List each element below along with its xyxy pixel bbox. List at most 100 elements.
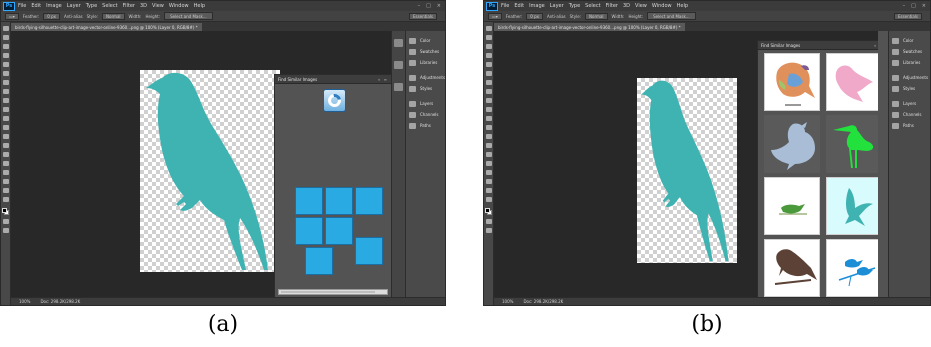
hand-tool-icon[interactable] bbox=[2, 188, 9, 193]
shape-tool-icon[interactable] bbox=[2, 179, 9, 184]
dock-swatches[interactable]: Swatches bbox=[892, 46, 928, 57]
menu-file[interactable]: File bbox=[18, 3, 26, 9]
type-tool-icon[interactable] bbox=[485, 161, 492, 166]
screen-mode-icon[interactable] bbox=[2, 228, 9, 233]
panel-menu-icon[interactable]: « ≡ bbox=[378, 77, 388, 82]
dodge-tool-icon[interactable] bbox=[2, 143, 9, 148]
result-thumbnail[interactable] bbox=[826, 239, 878, 297]
dock-swatches[interactable]: Swatches bbox=[409, 46, 443, 57]
screen-mode-icon[interactable] bbox=[485, 228, 492, 233]
shape-tool-icon[interactable] bbox=[485, 179, 492, 184]
quick-mask-icon[interactable] bbox=[2, 219, 9, 224]
panel-menu-icon[interactable]: « ≡ bbox=[874, 43, 878, 48]
eyedropper-tool-icon[interactable] bbox=[485, 71, 492, 76]
menu-type[interactable]: Type bbox=[569, 3, 580, 9]
dock-adjustments[interactable]: Adjustments bbox=[892, 72, 928, 83]
healing-tool-icon[interactable] bbox=[485, 80, 492, 85]
result-thumbnail[interactable] bbox=[826, 53, 878, 111]
menu-view[interactable]: View bbox=[152, 3, 164, 9]
result-thumbnail[interactable] bbox=[826, 177, 878, 235]
menu-file[interactable]: File bbox=[501, 3, 509, 9]
menu-layer[interactable]: Layer bbox=[550, 3, 564, 9]
info-icon[interactable] bbox=[394, 83, 403, 91]
history-brush-icon[interactable] bbox=[485, 107, 492, 112]
pen-tool-icon[interactable] bbox=[2, 152, 9, 157]
zoom-level[interactable]: 100% bbox=[502, 299, 513, 304]
close-icon[interactable]: × bbox=[437, 3, 441, 9]
maximize-icon[interactable]: □ bbox=[426, 3, 431, 9]
history-brush-icon[interactable] bbox=[2, 107, 9, 112]
document-canvas[interactable] bbox=[637, 78, 737, 263]
crop-tool-icon[interactable] bbox=[2, 62, 9, 67]
scrollbar-thumb[interactable] bbox=[281, 291, 375, 293]
eraser-tool-icon[interactable] bbox=[2, 116, 9, 121]
dock-styles[interactable]: Styles bbox=[892, 83, 928, 94]
pen-tool-icon[interactable] bbox=[485, 152, 492, 157]
marquee-tool-icon[interactable]: ▭▾ bbox=[5, 12, 19, 20]
quick-select-tool-icon[interactable] bbox=[485, 53, 492, 58]
properties-icon[interactable] bbox=[394, 61, 403, 69]
dock-styles[interactable]: Styles bbox=[409, 83, 443, 94]
eyedropper-tool-icon[interactable] bbox=[2, 71, 9, 76]
quick-mask-icon[interactable] bbox=[485, 219, 492, 224]
brush-tool-icon[interactable] bbox=[2, 89, 9, 94]
result-thumbnail[interactable] bbox=[764, 115, 820, 173]
zoom-level[interactable]: 100% bbox=[19, 299, 30, 304]
menu-filter[interactable]: Filter bbox=[123, 3, 135, 9]
path-select-tool-icon[interactable] bbox=[2, 170, 9, 175]
blur-tool-icon[interactable] bbox=[2, 134, 9, 139]
dock-paths[interactable]: Paths bbox=[409, 120, 443, 131]
marquee-tool-icon[interactable]: ▭▾ bbox=[488, 12, 502, 20]
move-tool-icon[interactable] bbox=[2, 26, 9, 31]
style-select[interactable]: Normal bbox=[585, 12, 608, 20]
horizontal-scrollbar[interactable] bbox=[278, 289, 388, 295]
stamp-tool-icon[interactable] bbox=[2, 98, 9, 103]
result-thumbnail[interactable] bbox=[764, 177, 820, 235]
result-thumbnail[interactable] bbox=[764, 53, 820, 111]
antialias-label[interactable]: Anti-alias bbox=[64, 14, 83, 19]
minimize-icon[interactable]: – bbox=[903, 3, 906, 9]
dock-adjustments[interactable]: Adjustments bbox=[409, 72, 445, 83]
document-canvas[interactable] bbox=[140, 70, 280, 272]
crop-tool-icon[interactable] bbox=[485, 62, 492, 67]
eraser-tool-icon[interactable] bbox=[485, 116, 492, 121]
lasso-tool-icon[interactable] bbox=[2, 44, 9, 49]
gradient-tool-icon[interactable] bbox=[485, 125, 492, 130]
marquee-tool-icon[interactable] bbox=[2, 35, 9, 40]
marquee-tool-icon[interactable] bbox=[485, 35, 492, 40]
menu-select[interactable]: Select bbox=[102, 3, 117, 9]
style-select[interactable]: Normal bbox=[102, 12, 125, 20]
history-icon[interactable] bbox=[394, 39, 403, 47]
menu-view[interactable]: View bbox=[635, 3, 647, 9]
blur-tool-icon[interactable] bbox=[485, 134, 492, 139]
menu-filter[interactable]: Filter bbox=[606, 3, 618, 9]
menu-3d[interactable]: 3D bbox=[623, 3, 630, 9]
select-and-mask-button[interactable]: Select and Mask... bbox=[164, 12, 213, 20]
menu-3d[interactable]: 3D bbox=[140, 3, 147, 9]
menu-image[interactable]: Image bbox=[529, 3, 545, 9]
result-thumbnail[interactable] bbox=[826, 115, 878, 173]
menu-edit[interactable]: Edit bbox=[514, 3, 524, 9]
menu-help[interactable]: Help bbox=[677, 3, 688, 9]
feather-input[interactable]: 0 px bbox=[526, 12, 544, 20]
dock-libraries[interactable]: Libraries bbox=[409, 57, 443, 68]
color-swatches-icon[interactable] bbox=[485, 208, 492, 215]
dock-channels[interactable]: Channels bbox=[892, 109, 928, 120]
minimize-icon[interactable]: – bbox=[418, 3, 421, 9]
antialias-label[interactable]: Anti-alias bbox=[547, 14, 566, 19]
select-and-mask-button[interactable]: Select and Mask... bbox=[647, 12, 696, 20]
menu-help[interactable]: Help bbox=[194, 3, 205, 9]
feather-input[interactable]: 0 px bbox=[43, 12, 61, 20]
dock-paths[interactable]: Paths bbox=[892, 120, 928, 131]
dock-channels[interactable]: Channels bbox=[409, 109, 443, 120]
document-tab[interactable]: birds-flying-silhouette-clip-art-image-v… bbox=[494, 23, 685, 31]
gradient-tool-icon[interactable] bbox=[2, 125, 9, 130]
workspace-select[interactable]: Essentials bbox=[893, 12, 922, 20]
document-tab[interactable]: birds-flying-silhouette-clip-art-image-v… bbox=[11, 23, 202, 31]
menu-type[interactable]: Type bbox=[86, 3, 97, 9]
zoom-tool-icon[interactable] bbox=[485, 197, 492, 202]
dock-color[interactable]: Color bbox=[892, 35, 928, 46]
result-thumbnail[interactable] bbox=[764, 239, 820, 297]
stamp-tool-icon[interactable] bbox=[485, 98, 492, 103]
refresh-search-button[interactable] bbox=[323, 89, 346, 112]
